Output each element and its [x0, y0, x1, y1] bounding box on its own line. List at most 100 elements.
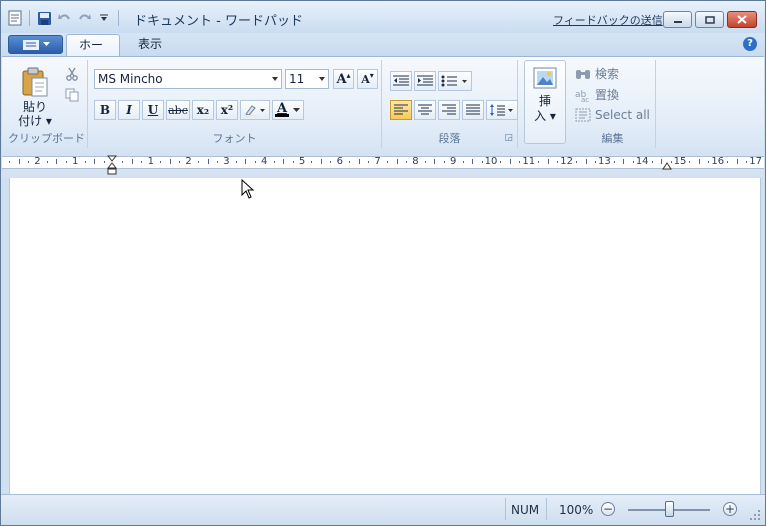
ribbon-tab-row: ホーム 表示 ?	[1, 33, 765, 73]
undo-icon[interactable]	[56, 10, 72, 26]
ruler-number: 2	[185, 156, 192, 167]
ruler-tick	[557, 161, 559, 163]
font-color-button[interactable]: A	[272, 100, 304, 120]
save-icon[interactable]	[36, 10, 52, 26]
align-left-icon	[394, 104, 408, 115]
ruler-number: 17	[749, 156, 762, 167]
ruler-tick	[254, 161, 256, 163]
close-button[interactable]	[727, 11, 757, 28]
application-menu-button[interactable]	[8, 35, 63, 54]
ruler-tick	[632, 161, 634, 163]
find-button[interactable]: 検索	[575, 65, 619, 82]
font-group-label: フォント	[212, 132, 257, 145]
list-button[interactable]	[438, 71, 472, 91]
shrink-font-button[interactable]: A ▾	[357, 69, 378, 89]
strikethrough-button[interactable]: abc	[166, 100, 190, 120]
ruler-tick	[651, 161, 653, 163]
ruler-tick	[424, 161, 426, 163]
ruler-number: 7	[374, 156, 381, 167]
ruler-tick	[198, 161, 200, 163]
grow-font-button[interactable]: A ▴	[333, 69, 354, 89]
paste-button[interactable]: 貼り 付け ▾	[18, 66, 52, 128]
help-icon[interactable]: ?	[743, 37, 757, 51]
align-right-icon	[442, 104, 456, 115]
replace-button[interactable]: ab ac 置換	[575, 86, 619, 103]
ruler-tick	[746, 161, 748, 163]
left-indent-marker-icon[interactable]	[107, 155, 117, 177]
justify-button[interactable]	[462, 100, 484, 120]
ruler-number: 10	[484, 156, 498, 167]
status-divider	[505, 498, 506, 520]
font-size-select[interactable]: 11	[285, 69, 329, 89]
ruler-number: 12	[560, 156, 573, 167]
ruler-number: 1	[147, 156, 154, 167]
bold-button[interactable]: B	[94, 100, 116, 120]
decrease-indent-button[interactable]	[390, 71, 412, 91]
ruler-tick	[56, 159, 58, 164]
zoom-in-button[interactable]: +	[723, 502, 737, 516]
increase-indent-icon	[417, 75, 433, 86]
ruler-tick	[349, 161, 351, 163]
font-family-select[interactable]: MS Mincho	[94, 69, 282, 89]
align-right-button[interactable]	[438, 100, 460, 120]
zoom-level-text[interactable]: 100%	[559, 503, 593, 517]
ruler-tick	[18, 159, 20, 164]
redo-icon[interactable]	[76, 10, 92, 26]
decrease-indent-icon	[393, 75, 409, 86]
line-spacing-button[interactable]	[486, 100, 518, 120]
align-left-button[interactable]	[390, 100, 412, 120]
ruler-tick	[94, 159, 96, 164]
customize-toolbar-dropdown-icon[interactable]	[96, 10, 112, 26]
align-center-button[interactable]	[414, 100, 436, 120]
num-lock-indicator: NUM	[511, 503, 540, 517]
ruler-tick	[594, 161, 596, 163]
chevron-down-icon	[319, 77, 325, 81]
highlight-color-button[interactable]	[240, 100, 270, 120]
minimize-button[interactable]	[663, 11, 692, 28]
binoculars-icon	[576, 69, 590, 79]
right-indent-marker-icon[interactable]	[662, 162, 672, 171]
ruler-tick	[179, 161, 181, 163]
underline-button[interactable]: U	[142, 100, 164, 120]
justify-icon	[466, 104, 480, 115]
chevron-down-icon	[272, 77, 278, 81]
subscript-button[interactable]: x₂	[192, 100, 214, 120]
line-spacing-icon	[490, 104, 513, 116]
superscript-button[interactable]: x²	[216, 100, 238, 120]
maximize-icon	[704, 15, 715, 24]
resize-grip-icon[interactable]	[749, 509, 761, 521]
select-all-button[interactable]: Select all	[575, 108, 650, 122]
send-feedback-link[interactable]: フィードバックの送信	[553, 12, 663, 28]
zoom-slider-thumb[interactable]	[664, 501, 674, 517]
close-icon	[737, 15, 747, 24]
copy-icon[interactable]	[64, 87, 80, 103]
document-editor[interactable]	[9, 178, 761, 494]
ruler-tick	[122, 161, 124, 163]
highlighter-icon	[244, 105, 265, 117]
increase-indent-button[interactable]	[414, 71, 436, 91]
ruler-tick	[727, 161, 729, 163]
app-menu-icon	[22, 39, 39, 50]
ruler-number: 2	[34, 156, 41, 167]
ruler-tick	[207, 159, 209, 164]
zoom-out-button[interactable]: −	[601, 502, 615, 516]
ruler-number: 9	[450, 156, 457, 167]
ruler-tick	[462, 161, 464, 163]
ruler-number: 15	[673, 156, 687, 167]
wordpad-app-icon[interactable]	[7, 10, 23, 26]
cut-icon[interactable]	[64, 66, 80, 82]
ruler-tick	[330, 161, 332, 163]
ruler-number: 13	[598, 156, 611, 167]
paragraph-dialog-launcher-icon[interactable]: ◲	[504, 133, 513, 143]
tab-home[interactable]: ホーム	[66, 34, 120, 73]
ruler-tick	[216, 161, 218, 163]
ruler-tick	[698, 159, 700, 164]
italic-button[interactable]: I	[118, 100, 140, 120]
maximize-button[interactable]	[695, 11, 724, 28]
tab-view[interactable]: 表示	[126, 34, 174, 56]
ruler-number: 8	[412, 156, 419, 167]
ruler-tick	[160, 161, 162, 163]
ruler-tick	[481, 161, 483, 163]
ruler[interactable]: 2 1 1 2 3 4 5 6 7 8 9 10 11 12 13 14 15 16 17	[2, 151, 764, 177]
title-bar: ドキュメント - ワードパッド フィードバックの送信	[1, 1, 765, 33]
